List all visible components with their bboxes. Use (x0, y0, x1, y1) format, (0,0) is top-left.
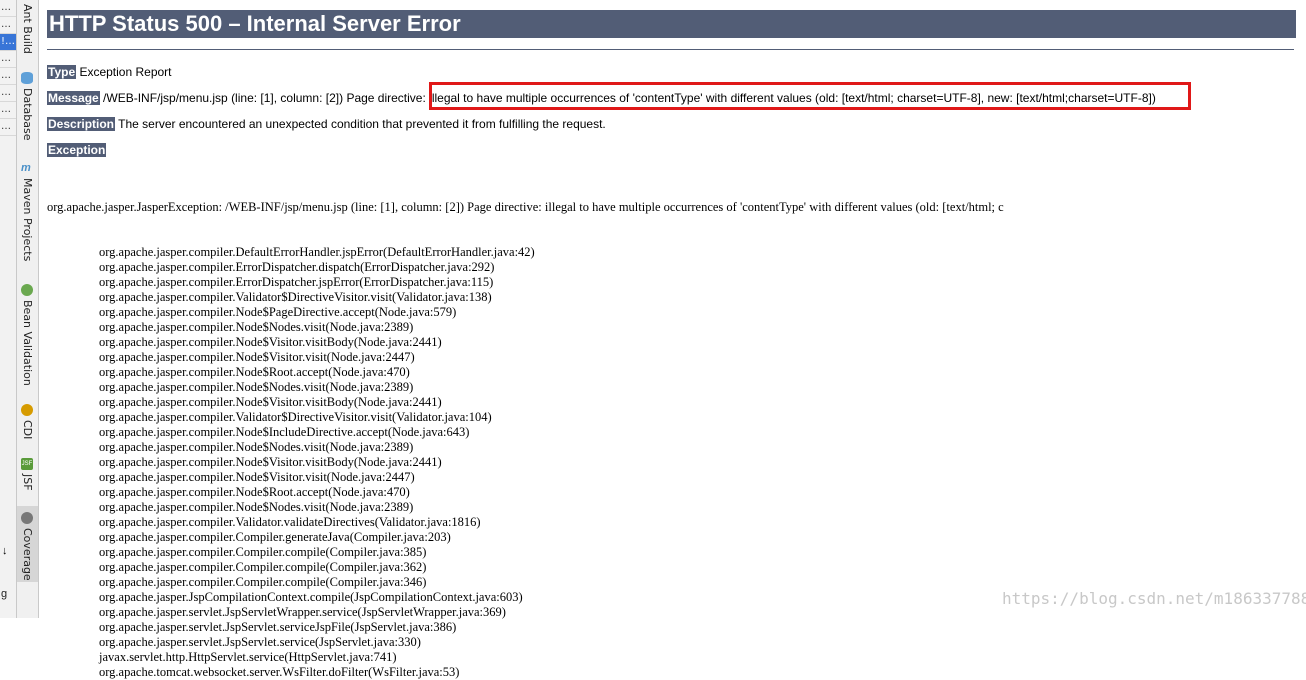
page-title: HTTP Status 500 – Internal Server Error (47, 10, 1296, 38)
trace-line: org.apache.jasper.compiler.Node$Visitor.… (99, 350, 415, 364)
divider (47, 49, 1294, 50)
trace-line: org.apache.jasper.compiler.Node$Visitor.… (99, 335, 442, 349)
trace-first-line: org.apache.jasper.JasperException: /WEB-… (47, 200, 1004, 214)
tool-label: JSF (21, 474, 34, 491)
trace-line: org.apache.jasper.compiler.Compiler.gene… (99, 530, 451, 544)
trace-line: org.apache.jasper.compiler.Node$Nodes.vi… (99, 320, 414, 334)
tool-label: Ant Build (21, 4, 34, 54)
message-prefix: /WEB-INF/jsp/menu.jsp (line: [1], column… (99, 91, 430, 105)
trace-line: javax.servlet.http.HttpServlet.service(H… (99, 650, 397, 664)
message-label: Message (47, 91, 100, 105)
bean-icon (21, 284, 33, 296)
description-row: Description The server encountered an un… (47, 116, 606, 132)
type-value: Exception Report (76, 65, 172, 79)
trace-line: org.apache.jasper.compiler.Node$Visitor.… (99, 470, 415, 484)
trace-line: org.apache.jasper.compiler.DefaultErrorH… (99, 245, 535, 259)
trace-line: org.apache.jasper.compiler.Node$PageDire… (99, 305, 457, 319)
trace-line: org.apache.jasper.compiler.Compiler.comp… (99, 545, 427, 559)
database-icon (21, 72, 33, 84)
trace-line: org.apache.jasper.compiler.Node$Nodes.vi… (99, 380, 414, 394)
exception-row: Exception (47, 142, 107, 158)
jsf-icon: JSF (21, 458, 33, 470)
tool-coverage[interactable]: Coverage (17, 506, 38, 582)
trace-line: org.apache.tomcat.websocket.server.WsFil… (99, 665, 460, 679)
left-edge-panel: … … !… … … … … … ↓ g (0, 0, 17, 618)
trace-line: org.apache.jasper.compiler.Compiler.comp… (99, 575, 427, 589)
edge-cell[interactable]: … (0, 51, 16, 68)
tool-label: Maven Projects (21, 178, 34, 262)
trace-line: org.apache.jasper.compiler.ErrorDispatch… (99, 260, 495, 274)
description-value: The server encountered an unexpected con… (115, 117, 606, 131)
trace-line: org.apache.jasper.compiler.Node$Visitor.… (99, 395, 442, 409)
trace-line: org.apache.jasper.compiler.Node$Nodes.vi… (99, 500, 414, 514)
trace-line: org.apache.jasper.compiler.Node$Root.acc… (99, 485, 410, 499)
edge-cell[interactable]: … (0, 0, 16, 17)
tool-window-strip: Ant Build Database m Maven Projects Bean… (17, 0, 39, 618)
edge-cell[interactable]: … (0, 102, 16, 119)
edge-cell[interactable]: … (0, 85, 16, 102)
error-page: HTTP Status 500 – Internal Server Error … (47, 0, 1306, 679)
tool-label: CDI (21, 420, 34, 440)
trace-line: org.apache.jasper.servlet.JspServlet.ser… (99, 635, 421, 649)
type-row: Type Exception Report (47, 64, 172, 80)
tool-label: Coverage (21, 528, 34, 581)
maven-icon: m (21, 162, 31, 174)
type-label: Type (47, 65, 77, 79)
tool-label: Database (21, 88, 34, 141)
coverage-icon (21, 512, 33, 524)
edge-bottom-text: g (1, 588, 8, 600)
description-label: Description (47, 117, 116, 131)
watermark: https://blog.csdn.net/m18633778874 (1002, 589, 1306, 608)
edge-cell[interactable]: … (0, 17, 16, 34)
edge-cell[interactable]: … (0, 119, 16, 136)
trace-line: org.apache.jasper.compiler.Validator.val… (99, 515, 481, 529)
trace-line: org.apache.jasper.compiler.Node$Visitor.… (99, 455, 442, 469)
trace-line: org.apache.jasper.compiler.Node$Root.acc… (99, 365, 410, 379)
exception-label: Exception (47, 143, 107, 157)
trace-line: org.apache.jasper.compiler.Node$Nodes.vi… (99, 440, 414, 454)
edge-cell-selected[interactable]: !… (0, 34, 16, 51)
trace-line: org.apache.jasper.compiler.Validator$Dir… (99, 410, 492, 424)
arrow-down-icon[interactable]: ↓ (2, 545, 8, 557)
trace-line: org.apache.jasper.compiler.ErrorDispatch… (99, 275, 494, 289)
tool-label: Bean Validation (21, 300, 34, 386)
cdi-icon (21, 404, 33, 416)
edge-cell[interactable]: … (0, 68, 16, 85)
trace-line: org.apache.jasper.compiler.Validator$Dir… (99, 290, 492, 304)
highlight-box (429, 82, 1191, 110)
trace-line: org.apache.jasper.compiler.Node$IncludeD… (99, 425, 470, 439)
trace-line: org.apache.jasper.compiler.Compiler.comp… (99, 560, 427, 574)
trace-line: org.apache.jasper.servlet.JspServlet.ser… (99, 620, 457, 634)
